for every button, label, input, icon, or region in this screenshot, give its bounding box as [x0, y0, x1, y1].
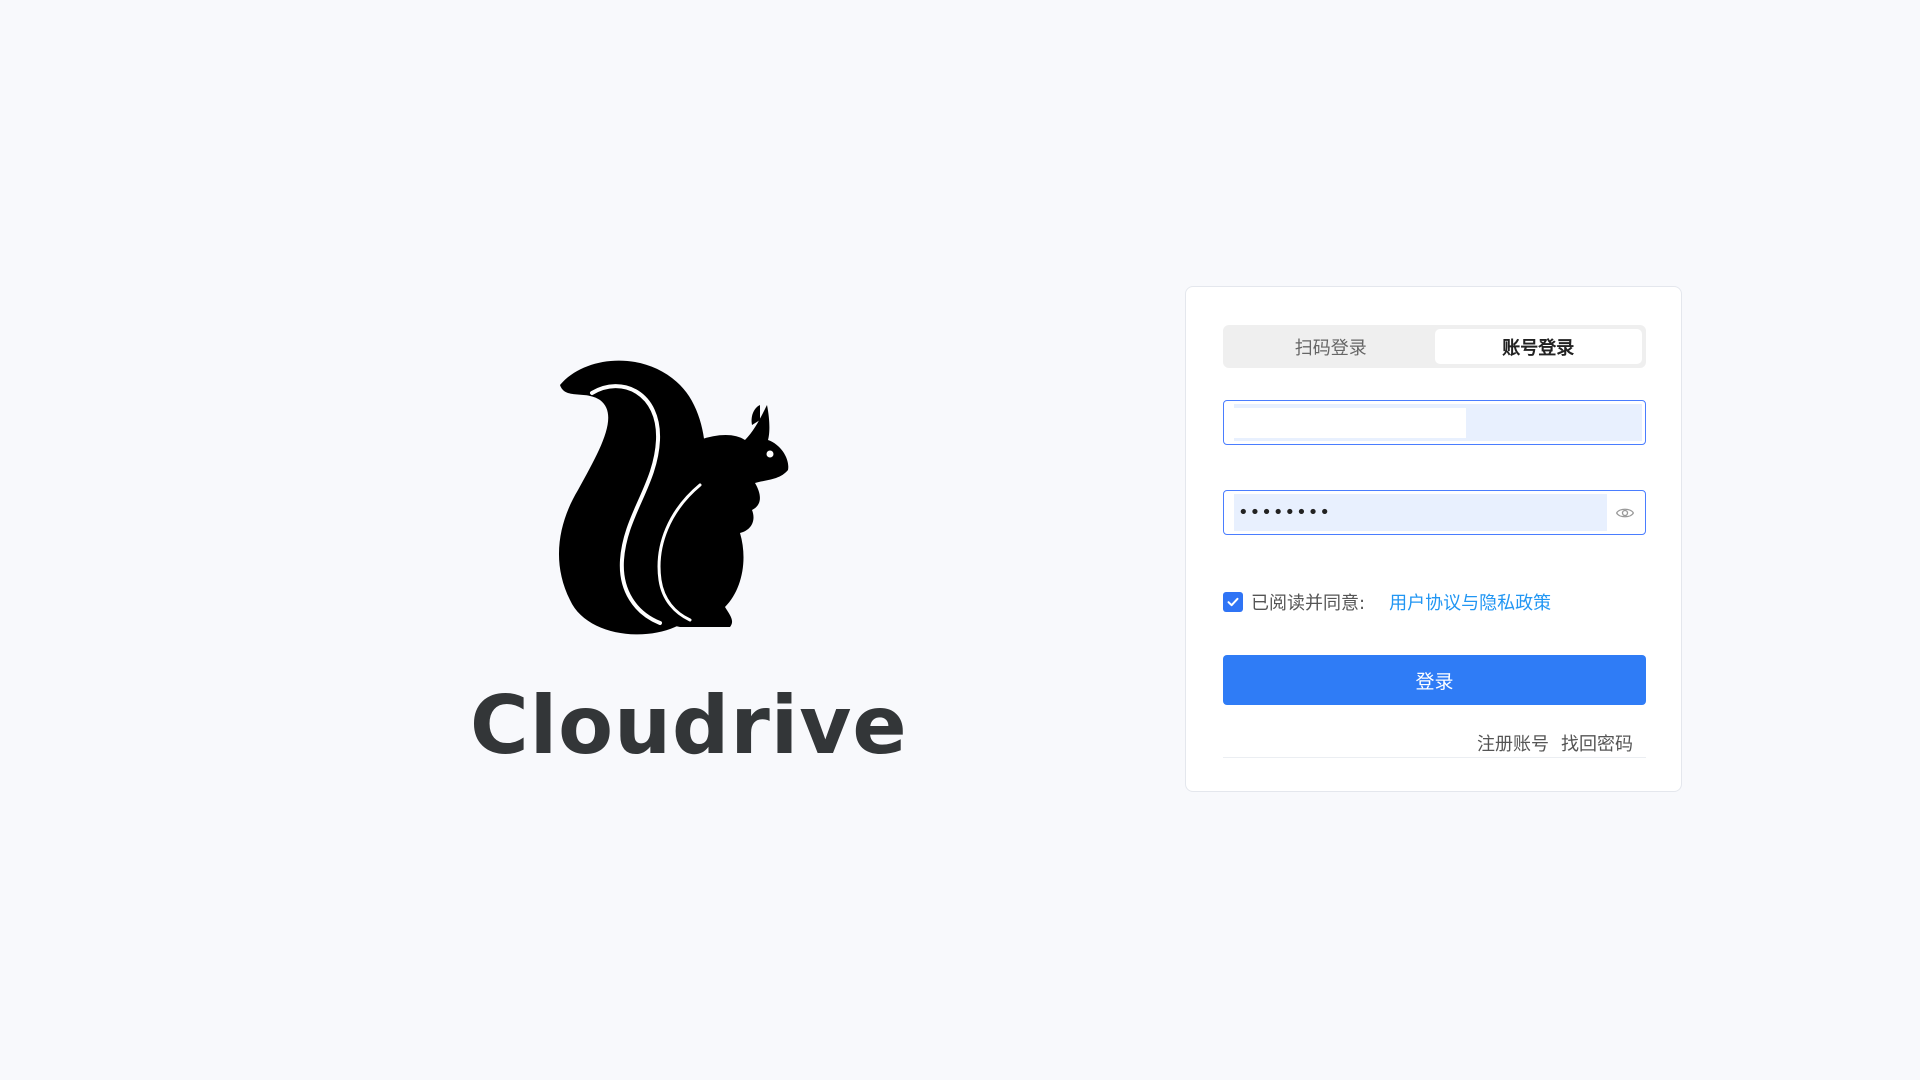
- tab-qr-login[interactable]: 扫码登录: [1227, 329, 1435, 364]
- squirrel-icon: [558, 360, 789, 635]
- password-field-box: [1223, 490, 1646, 535]
- username-autofill-mask: [1234, 408, 1466, 438]
- login-method-tabs: 扫码登录 账号登录: [1223, 325, 1646, 368]
- auxiliary-links: 注册账号 找回密码: [1477, 730, 1633, 756]
- brand-name: Cloudrive: [470, 679, 908, 772]
- login-card: 扫码登录 账号登录 已阅读并同意: 用户协议与隐私政策 登录: [1185, 286, 1682, 792]
- password-input[interactable]: [1234, 494, 1607, 531]
- register-link[interactable]: 注册账号: [1477, 730, 1549, 756]
- agreement-row: 已阅读并同意: 用户协议与隐私政策: [1223, 590, 1551, 614]
- check-icon: [1227, 597, 1239, 607]
- username-field-box: [1223, 400, 1646, 445]
- agreement-text: 已阅读并同意:: [1251, 593, 1366, 614]
- agreement-checkbox[interactable]: [1223, 592, 1243, 612]
- login-button[interactable]: 登录: [1223, 655, 1646, 705]
- forgot-password-link[interactable]: 找回密码: [1561, 730, 1633, 756]
- eye-icon[interactable]: [1615, 503, 1635, 523]
- tab-account-login[interactable]: 账号登录: [1434, 329, 1642, 364]
- terms-privacy-link[interactable]: 用户协议与隐私政策: [1389, 589, 1551, 615]
- divider: [1223, 757, 1646, 758]
- brand: Cloudrive: [470, 345, 908, 772]
- login-page: Cloudrive 扫码登录 账号登录 已阅读并同意: 用户协: [0, 0, 1920, 1080]
